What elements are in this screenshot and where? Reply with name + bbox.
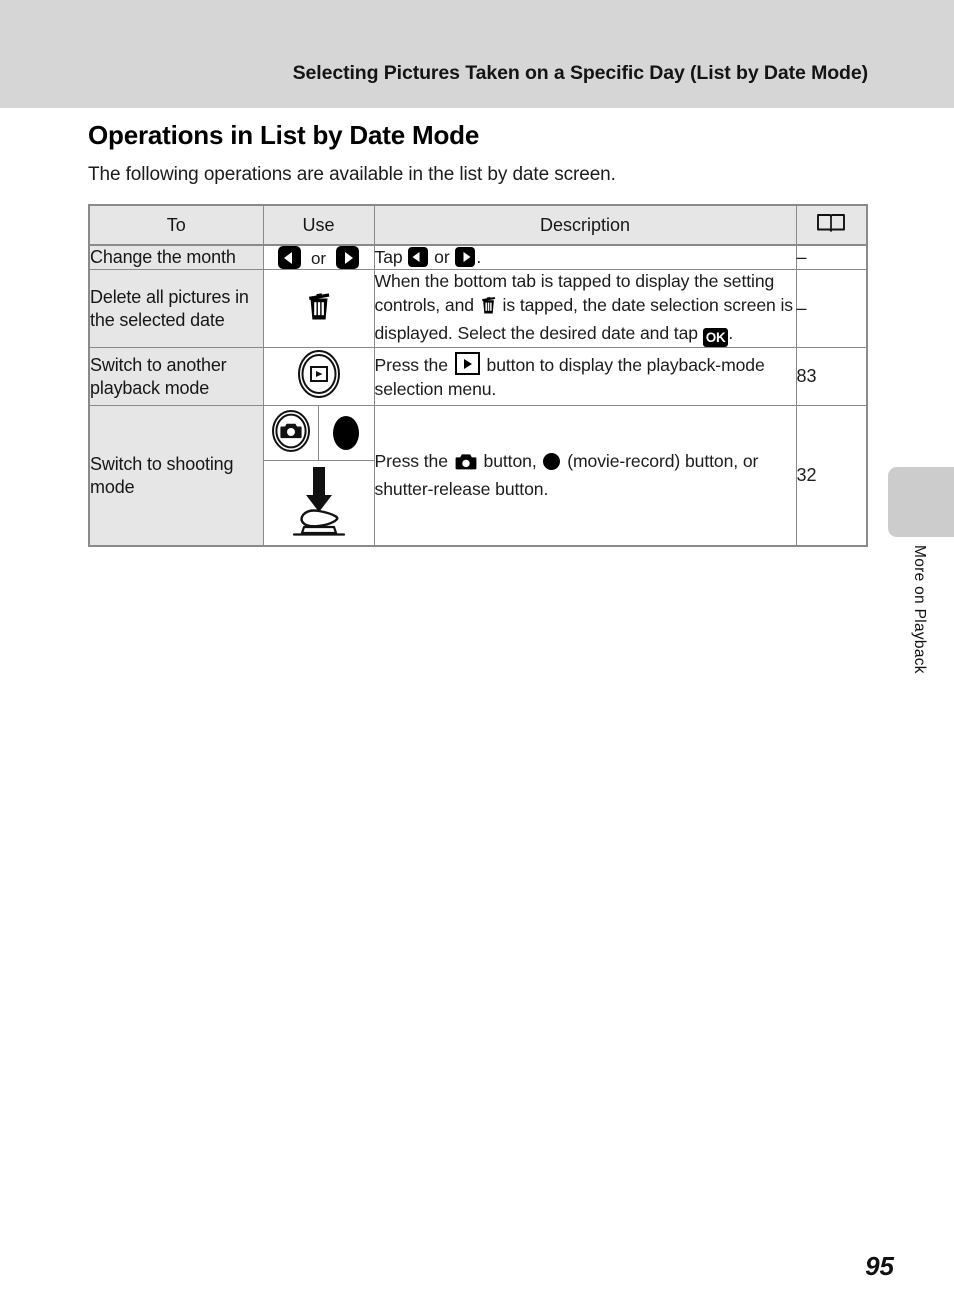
table-header-row: To Use Description [88,204,868,246]
table-row: Switch to shooting mode Press the button… [88,405,868,547]
column-header-use: Use [262,204,375,246]
movie-record-cell [319,406,374,460]
playback-mode-ring-icon[interactable] [296,348,342,405]
row-use-icons: or [262,244,375,271]
chapter-tab-marker [888,467,954,537]
row-reference: 83 [795,347,868,407]
operations-table: To Use Description Change the month or T… [88,204,868,548]
row-to-label: Delete all pictures in the selected date [88,269,264,349]
intro-paragraph: The following operations are available i… [88,164,616,185]
column-header-description: Description [373,204,797,246]
row-to-label: Change the month [88,244,264,271]
row-reference: 32 [795,405,868,547]
row-reference: – [795,269,868,349]
row-use-icons [262,269,375,349]
chapter-tab-label: More on Playback [911,545,928,674]
row-description: Press the button, (movie-record) button,… [373,405,797,547]
movie-record-button-icon[interactable] [543,453,561,471]
row-to-label: Switch to shooting mode [88,405,264,547]
playback-button-icon[interactable] [454,352,480,376]
shutter-press-icon[interactable] [286,463,352,544]
row-to-label: Switch to another playback mode [88,347,264,407]
trash-icon[interactable] [304,289,334,328]
description-text-mid: or [429,247,455,267]
description-text-prefix: Tap [374,247,408,267]
camera-mode-ring-icon[interactable] [270,408,312,459]
row-use-icons [262,347,375,407]
column-header-to: To [88,204,264,246]
table-row: Change the month or Tap or . – [88,244,868,271]
column-header-reference [795,204,868,246]
row-description: Tap or . [373,244,797,271]
row-description: When the bottom tab is tapped to display… [373,269,797,349]
row-reference: – [795,244,868,271]
movie-record-oval-icon[interactable] [333,416,360,451]
arrow-left-icon[interactable] [408,247,429,267]
arrow-right-icon[interactable] [455,247,476,267]
ok-button-icon[interactable]: OK [702,328,729,348]
running-header-title: Selecting Pictures Taken on a Specific D… [292,62,868,84]
shutter-press-cell [263,460,374,545]
camera-button-icon[interactable] [455,453,477,477]
page-title: Operations in List by Date Mode [88,120,480,150]
arrow-left-icon[interactable] [278,246,302,270]
arrow-right-icon[interactable] [335,246,359,270]
or-label: or [310,249,327,269]
table-row: Switch to another playback mode Press th… [88,347,868,407]
page-body: Operations in List by Date Mode The foll… [88,120,868,548]
description-text-part2: button, [478,451,542,472]
description-text-part1: Press the [374,451,453,472]
book-icon [816,212,846,238]
page-number: 95 [865,1251,894,1281]
row-use-icons [262,405,375,547]
description-text-part3: . [728,323,734,344]
row-description: Press the button to display the playback… [373,347,797,407]
camera-mode-cell [264,406,319,461]
trash-icon[interactable] [479,294,498,322]
table-row: Delete all pictures in the selected date [88,269,868,349]
description-text-suffix: . [476,247,482,267]
running-header-band: Selecting Pictures Taken on a Specific D… [0,0,954,108]
description-text-part1: Press the [374,355,453,376]
